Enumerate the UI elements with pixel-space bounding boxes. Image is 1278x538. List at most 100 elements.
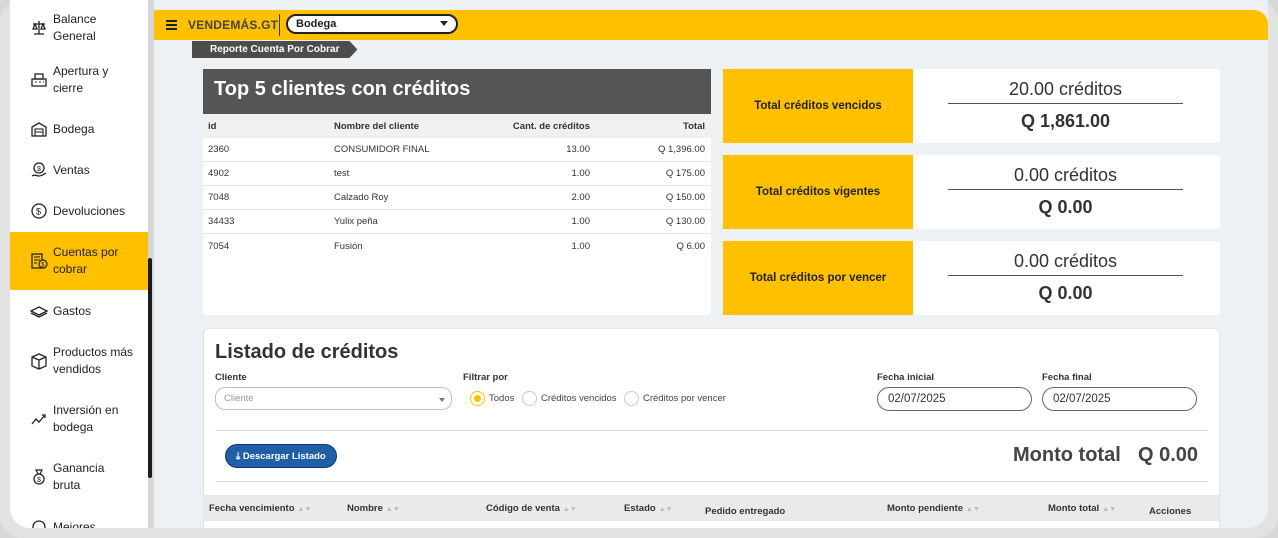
cliente-placeholder: Cliente <box>224 393 254 404</box>
credits-table-header: Fecha vencimiento ▲▼ Nombre ▲▼ Código de v… <box>204 495 1219 521</box>
filter-radio-todos[interactable]: Todos <box>470 391 514 406</box>
cell-total: Q 150.00 <box>665 192 705 203</box>
download-icon: ⤓ <box>236 451 241 462</box>
monto-total-value: Q 0.00 <box>1138 444 1199 466</box>
cell-id: 7054 <box>208 240 230 252</box>
filter-radio-por-vencer[interactable]: Créditos por vencer <box>624 391 726 406</box>
sidebar-item-label: Gastos <box>53 303 92 318</box>
column-header: Cant. de créditos <box>512 120 590 132</box>
stat-amount: Q 0.00 <box>1038 197 1093 217</box>
sidebar: Balance General Apertura y cierre Bodega $… <box>10 0 148 528</box>
download-list-button[interactable]: ⤓ Descargar Listado <box>225 444 337 468</box>
warehouse-icon <box>30 120 48 138</box>
cell-total: Q 6.00 <box>676 240 705 252</box>
sidebar-item-label: Bodega <box>53 121 95 136</box>
cell-name: Yulix peña <box>334 216 378 227</box>
stat-credits: 0.00 créditos <box>1013 165 1118 185</box>
table-row: 7054 Fusión 1.00 Q 6.00 <box>203 234 711 258</box>
cell-name: Fusión <box>334 240 363 252</box>
column-header-nombre[interactable]: Nombre ▲▼ <box>347 503 400 514</box>
sidebar-item-apertura-cierre[interactable]: Apertura y cierre <box>10 60 148 100</box>
store-select[interactable]: Bodega <box>286 14 458 34</box>
divider <box>215 430 1208 431</box>
credits-list-card: Listado de créditos Cliente Cliente Filt… <box>203 328 1220 528</box>
sidebar-item-mejores[interactable]: Mejores <box>10 516 148 528</box>
column-header-acciones: Acciones <box>1149 506 1192 517</box>
top5-table-header: id Nombre del cliente Cant. de créditos … <box>203 114 711 138</box>
sidebar-item-cuentas-por-cobrar[interactable]: $ Cuentas por cobrar <box>10 232 148 290</box>
scale-icon <box>30 19 48 37</box>
sidebar-item-label: Mejores <box>53 519 96 529</box>
stat-card-vigentes: Total créditos vigentes 0.00 créditos Q … <box>723 155 1220 229</box>
cell-name: Calzado Roy <box>334 192 389 203</box>
stat-label: Total créditos por vencer <box>723 241 913 315</box>
chevron-down-icon <box>440 21 448 26</box>
sort-icon: ▲▼ <box>966 506 980 513</box>
table-row: 34433 Yulix peña 1.00 Q 130.00 <box>203 210 711 234</box>
fecha-final-input[interactable]: 02/07/2025 <box>1042 387 1197 411</box>
accounts-receivable-icon: $ <box>30 252 48 270</box>
sidebar-item-label: Balance <box>53 12 97 26</box>
sidebar-item-label: Ganancia <box>53 461 105 475</box>
sidebar-item-label: Devoluciones <box>53 203 126 218</box>
column-header: Nombre del cliente <box>334 120 419 132</box>
radio-label: Créditos por vencer <box>643 393 726 404</box>
cliente-select[interactable]: Cliente <box>215 387 452 410</box>
column-header-fecha-vencimiento[interactable]: Fecha vencimiento ▲▼ <box>209 503 311 514</box>
store-select-value: Bodega <box>296 18 337 30</box>
sidebar-item-label: bodega <box>53 420 94 434</box>
hamburger-menu-icon[interactable] <box>166 20 177 30</box>
stat-credits: 20.00 créditos <box>1008 79 1123 99</box>
cell-id: 2360 <box>208 144 230 155</box>
sidebar-item-ganancia-bruta[interactable]: $ Ganancia bruta <box>10 457 148 497</box>
sidebar-item-gastos[interactable]: Gastos <box>10 300 148 322</box>
column-header-monto-pendiente[interactable]: Monto pendiente ▲▼ <box>887 503 980 514</box>
stat-credits: 0.00 créditos <box>1013 251 1118 271</box>
column-header-estado[interactable]: Estado ▲▼ <box>624 503 673 514</box>
cell-total: Q 130.00 <box>665 216 705 227</box>
list-title: Listado de créditos <box>215 341 399 363</box>
divider <box>215 481 1208 482</box>
svg-text:$: $ <box>37 477 41 484</box>
stat-label: Total créditos vigentes <box>723 155 913 229</box>
cliente-label: Cliente <box>215 372 247 383</box>
filtrar-label: Filtrar por <box>463 372 508 383</box>
sidebar-item-label: cierre <box>53 81 84 95</box>
top5-title: Top 5 clientes con créditos <box>203 69 711 114</box>
sort-icon: ▲▼ <box>562 506 577 513</box>
download-label: Descargar Listado <box>242 451 326 462</box>
ranking-icon <box>30 518 48 528</box>
sidebar-scrollbar[interactable] <box>148 258 152 478</box>
sidebar-item-bodega[interactable]: Bodega <box>10 118 148 140</box>
sidebar-item-label: Productos más <box>53 345 134 359</box>
table-row: 2360 CONSUMIDOR FINAL 13.00 Q 1,396.00 <box>203 138 711 162</box>
cash-register-icon <box>30 71 48 89</box>
profit-icon: $ <box>30 468 48 486</box>
cell-name: test <box>334 168 350 179</box>
column-header-codigo-venta[interactable]: Código de venta ▲▼ <box>486 503 577 514</box>
radio-icon <box>522 391 537 406</box>
sidebar-item-label: Apertura y <box>53 64 109 78</box>
breadcrumb: Reporte Cuenta Por Cobrar <box>192 41 357 58</box>
sort-icon: ▲▼ <box>385 506 400 513</box>
sidebar-item-label: vendidos <box>53 362 102 376</box>
table-row: 7048 Calzado Roy 2.00 Q 150.00 <box>203 186 711 210</box>
stat-card-vencidos: Total créditos vencidos 20.00 créditos Q… <box>723 69 1220 143</box>
sidebar-item-label: General <box>53 29 96 43</box>
divider <box>279 14 280 36</box>
column-header-monto-total[interactable]: Monto total ▲▼ <box>1048 503 1116 514</box>
sidebar-item-devoluciones[interactable]: $ Devoluciones <box>10 200 148 222</box>
fecha-inicial-input[interactable]: 02/07/2025 <box>877 387 1032 411</box>
sidebar-item-inversion-bodega[interactable]: Inversión en bodega <box>10 399 148 439</box>
money-icon <box>30 302 48 320</box>
sort-icon: ▲▼ <box>1102 506 1117 513</box>
cell-cant: 2.00 <box>571 192 591 203</box>
sidebar-item-productos-mas-vendidos[interactable]: Productos más vendidos <box>10 341 148 381</box>
sidebar-item-ventas[interactable]: $ Ventas <box>10 159 148 181</box>
cell-cant: 1.00 <box>571 168 591 179</box>
filter-radio-vencidos[interactable]: Créditos vencidos <box>522 391 617 406</box>
monto-total-label: Monto total <box>1013 444 1121 466</box>
sidebar-item-balance-general[interactable]: Balance General <box>10 8 148 48</box>
app-window: Balance General Apertura y cierre Bodega $… <box>10 0 1268 528</box>
divider <box>948 103 1183 104</box>
